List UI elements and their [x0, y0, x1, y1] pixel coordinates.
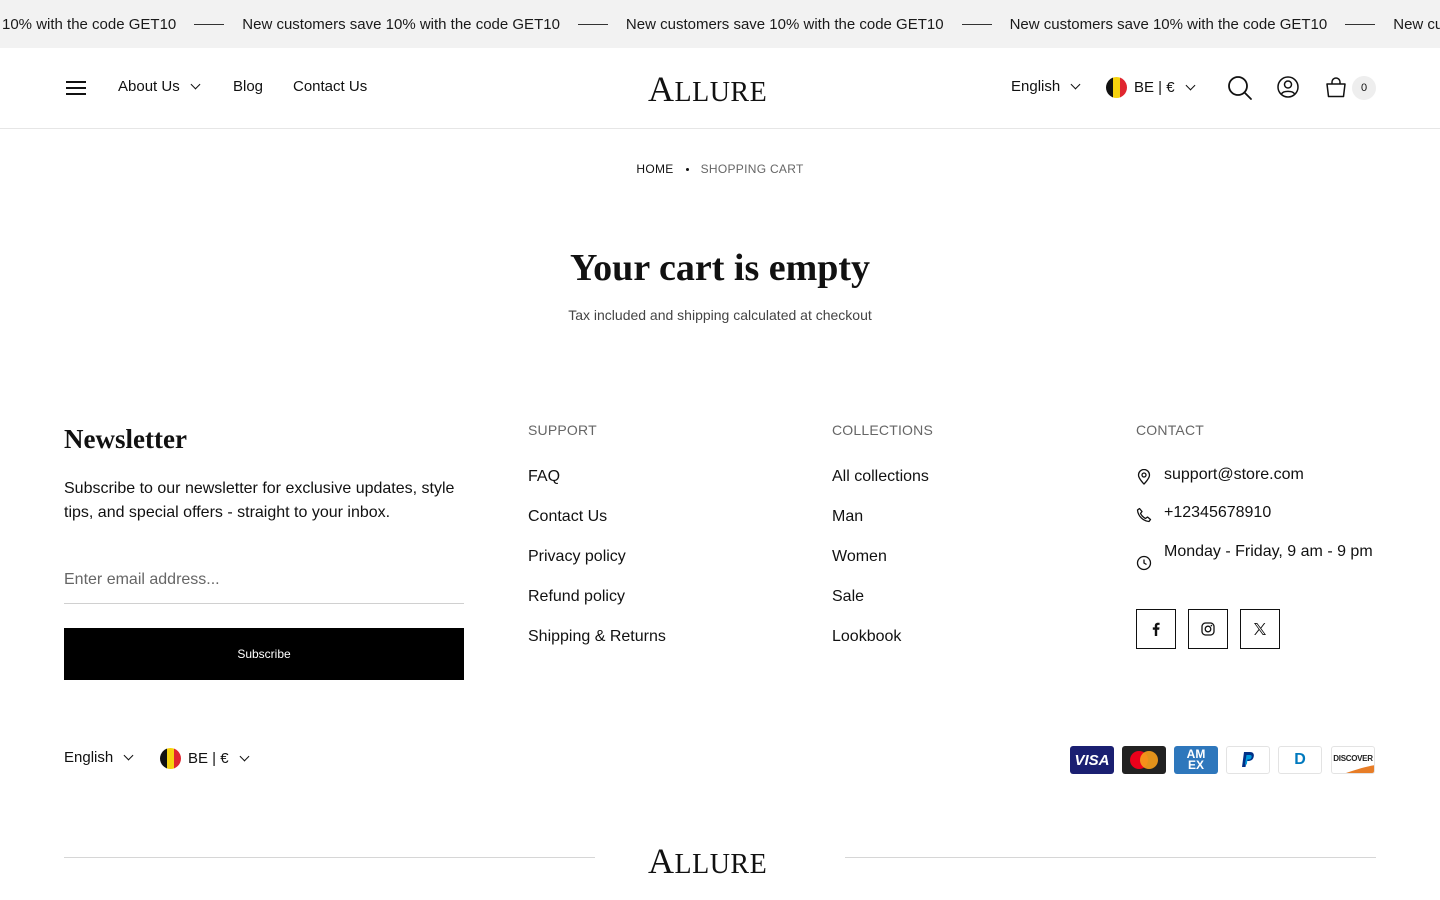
announcement-track: 10% with the code GET10 New customers sa…: [2, 0, 1440, 48]
mastercard-circles: [1130, 751, 1158, 769]
chevron-down-icon: [239, 751, 250, 762]
visa-text: VISA: [1074, 751, 1110, 769]
chevron-down-icon: [190, 79, 201, 90]
contact-phone-text: +12345678910: [1164, 504, 1272, 521]
paypal-mark: [1242, 752, 1254, 767]
contact-heading: CONTACT: [1136, 422, 1205, 438]
diners-club-icon: D: [1278, 746, 1322, 774]
footer-link-man[interactable]: Man: [832, 506, 929, 546]
x-icon: [1254, 623, 1266, 635]
announcement-divider: [577, 23, 608, 25]
chevron-down-icon: [1185, 80, 1196, 91]
contact-hours: Monday - Friday, 9 am - 9 pm: [1136, 540, 1376, 571]
x-link[interactable]: [1240, 609, 1280, 649]
announcement-text: New customers save 10% with the code GET…: [1009, 15, 1328, 33]
footer-logo-rest: LLURE: [674, 849, 768, 880]
facebook-icon: [1152, 622, 1160, 636]
currency-selector[interactable]: BE | €: [1106, 77, 1196, 98]
chevron-down-icon: [1070, 79, 1081, 90]
collections-heading: COLLECTIONS: [832, 422, 933, 438]
footer-language-selector[interactable]: English: [64, 749, 134, 766]
site-header: About Us Blog Contact Us ALLURE English …: [0, 48, 1440, 129]
footer-link-lookbook[interactable]: Lookbook: [832, 626, 929, 666]
breadcrumb-separator: [685, 168, 689, 172]
discover-swoosh: [1346, 765, 1374, 773]
footer-link-refund-policy[interactable]: Refund policy: [528, 586, 666, 626]
email-field[interactable]: [64, 556, 464, 604]
footer-link-women[interactable]: Women: [832, 546, 929, 586]
nav-about-us[interactable]: About Us: [118, 78, 201, 95]
search-icon[interactable]: [1227, 75, 1253, 101]
account-icon[interactable]: [1277, 76, 1299, 98]
footer-link-all-collections[interactable]: All collections: [832, 466, 929, 506]
footer-link-privacy-policy[interactable]: Privacy policy: [528, 546, 666, 586]
announcement-text: New customers save 10% with the code GET…: [625, 15, 944, 33]
cart-subtitle: Tax included and shipping calculated at …: [568, 307, 872, 323]
announcement-divider: [1345, 23, 1376, 25]
announcement-text: New customers save 10% with the code GET…: [1393, 15, 1440, 33]
amex-icon: AM EX: [1174, 746, 1218, 774]
diners-text: D: [1294, 751, 1306, 768]
footer-divider-right: [845, 857, 1376, 858]
footer-link-shipping-returns[interactable]: Shipping & Returns: [528, 626, 666, 666]
footer-currency-selector[interactable]: BE | €: [160, 748, 250, 769]
footer-link-faq[interactable]: FAQ: [528, 466, 666, 506]
location-pin-icon: [1137, 469, 1151, 485]
language-selector[interactable]: English: [1011, 78, 1081, 95]
breadcrumb-current: SHOPPING CART: [700, 162, 804, 176]
subscribe-button[interactable]: Subscribe: [64, 628, 464, 680]
contact-email[interactable]: support@store.com: [1136, 466, 1304, 485]
breadcrumb-home[interactable]: HOME: [636, 162, 673, 176]
announcement-divider: [194, 23, 225, 25]
nav-contact-us[interactable]: Contact Us: [293, 78, 367, 95]
menu-icon[interactable]: [66, 81, 86, 95]
newsletter-text: Subscribe to our newsletter for exclusiv…: [64, 480, 455, 521]
support-heading: SUPPORT: [528, 422, 597, 438]
contact-phone[interactable]: +12345678910: [1136, 504, 1271, 523]
announcement-divider: [961, 23, 992, 25]
announcement-bar: 10% with the code GET10 New customers sa…: [0, 0, 1440, 48]
announcement-text: 10% with the code GET10: [2, 15, 177, 33]
contact-hours-text: Monday - Friday, 9 am - 9 pm: [1164, 543, 1373, 560]
nav-contact-label: Contact Us: [293, 78, 368, 95]
facebook-link[interactable]: [1136, 609, 1176, 649]
site-logo[interactable]: ALLURE: [648, 68, 767, 110]
footer-link-sale[interactable]: Sale: [832, 586, 929, 626]
discover-icon: DISCOVER: [1331, 746, 1375, 774]
breadcrumb: HOME SHOPPING CART: [0, 162, 1440, 176]
currency-label: BE | €: [1134, 79, 1175, 96]
cart-icon[interactable]: [1325, 76, 1347, 98]
newsletter-title: Newsletter: [64, 424, 187, 454]
nav-about-us-label: About Us: [118, 78, 180, 95]
announcement-text: New customers save 10% with the code GET…: [242, 15, 560, 33]
amex-text-2: EX: [1187, 758, 1204, 772]
support-links: FAQ Contact Us Privacy policy Refund pol…: [528, 466, 666, 666]
belgium-flag-icon: [160, 748, 181, 769]
page-title: Your cart is empty: [569, 247, 871, 289]
clock-icon: [1136, 555, 1152, 571]
footer-language-label: English: [64, 749, 114, 766]
instagram-icon: [1201, 622, 1215, 636]
footer-currency-label: BE | €: [188, 750, 229, 767]
mastercard-icon: [1122, 746, 1166, 774]
footer-logo[interactable]: ALLURE: [648, 840, 767, 882]
footer-logo-initial: A: [648, 841, 675, 881]
chevron-down-icon: [123, 750, 134, 761]
logo-initial: A: [648, 69, 675, 109]
paypal-icon: [1226, 746, 1270, 774]
visa-icon: VISA: [1070, 746, 1114, 774]
logo-rest: LLURE: [674, 77, 768, 108]
belgium-flag-icon: [1106, 77, 1127, 98]
footer-link-contact-us[interactable]: Contact Us: [528, 506, 666, 546]
instagram-link[interactable]: [1188, 609, 1228, 649]
cart-count-badge: 0: [1352, 76, 1376, 100]
nav-blog-label: Blog: [233, 78, 264, 95]
phone-icon: [1136, 507, 1152, 523]
nav-blog[interactable]: Blog: [233, 78, 263, 95]
contact-email-text: support@store.com: [1164, 466, 1304, 483]
language-label: English: [1011, 78, 1061, 95]
footer-divider-left: [64, 857, 595, 858]
collections-links: All collections Man Women Sale Lookbook: [832, 466, 929, 666]
